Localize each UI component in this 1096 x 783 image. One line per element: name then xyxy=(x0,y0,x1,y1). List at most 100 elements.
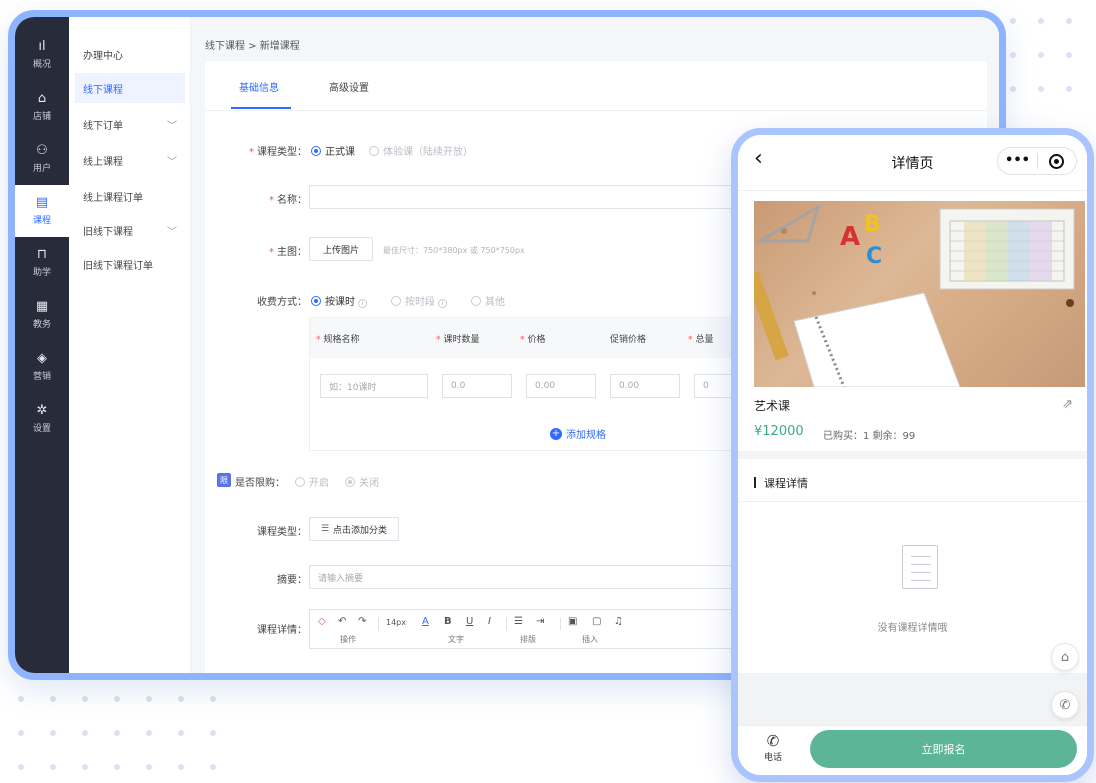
nav-item-marketing[interactable]: ◈ 营销 xyxy=(15,341,69,393)
fee-method-label: 收费方式： xyxy=(257,297,307,308)
radio-limit-off[interactable]: 关闭 xyxy=(345,474,379,489)
align-icon[interactable]: ☰ xyxy=(514,616,523,627)
radio-unchecked-icon xyxy=(369,146,379,156)
nav-item-assist[interactable]: ⊓ 助学 xyxy=(15,237,69,289)
cover-illustration: A B C xyxy=(754,203,1075,387)
close-target-icon[interactable] xyxy=(1038,153,1076,169)
toolbar-divider xyxy=(560,618,561,630)
nav-label: 营销 xyxy=(32,372,51,382)
nav-item-course[interactable]: ▤ 课程 xyxy=(15,185,69,237)
upload-hint: 最佳尺寸：750*380px 或 750*750px xyxy=(383,246,525,255)
home-icon: ⌂ xyxy=(1060,649,1070,665)
sub-menu: 办理中心 线下课程 线下订单 ﹀ 线上课程 ﹀ 线上课程订单 旧线下课程 ﹀ 旧… xyxy=(69,17,191,673)
section-divider xyxy=(738,501,1087,502)
radio-disabled-checked-icon xyxy=(345,477,355,487)
radio-trial-course: 体验课（陆续开放） xyxy=(369,143,473,158)
tab-basic-info[interactable]: 基础信息 xyxy=(239,79,279,94)
chart-icon: ıl xyxy=(38,39,46,54)
redo-button[interactable]: ↷ xyxy=(358,616,366,627)
radio-by-lesson[interactable]: 按课时 i xyxy=(311,293,367,308)
call-button[interactable]: ✆ 电话 xyxy=(758,732,788,763)
academic-icon: ▦ xyxy=(35,299,49,314)
share-icon[interactable]: ⇗ xyxy=(1062,397,1073,412)
name-label: * 名称： xyxy=(269,195,307,206)
phone-icon: ✆ xyxy=(1059,697,1071,713)
gear-icon: ✲ xyxy=(36,403,48,418)
summary-label: 摘要： xyxy=(277,575,307,586)
svg-text:B: B xyxy=(864,212,881,237)
submenu-item-online-orders[interactable]: 线上课程订单 xyxy=(75,181,185,211)
submenu-item-offline-orders[interactable]: 线下订单 ﹀ xyxy=(75,109,185,139)
phone-preview: ‹ 详情页 ••• A B C 艺术课 ⇗ ¥12000 已购买：1 剩余：99… xyxy=(731,128,1094,782)
empty-document-icon xyxy=(902,545,938,589)
spec-name-input[interactable]: 如：10课时 xyxy=(320,374,428,398)
submenu-item-label: 线下订单 xyxy=(83,120,123,132)
phone-call-icon: ✆ xyxy=(766,732,780,750)
indent-icon[interactable]: ⇥ xyxy=(536,616,544,627)
radio-by-period[interactable]: 按时段 i xyxy=(391,293,447,308)
nav-item-academic[interactable]: ▦ 教务 xyxy=(15,289,69,341)
more-menu-icon[interactable]: ••• xyxy=(998,148,1037,174)
toolbar-divider xyxy=(506,618,507,630)
spec-lessons-input[interactable]: 0.0 xyxy=(442,374,512,398)
chevron-down-icon: ﹀ xyxy=(167,156,177,168)
add-spec-button[interactable]: + 添加规格 xyxy=(550,426,606,441)
nav-label: 用户 xyxy=(32,164,51,174)
phone-float-button[interactable]: ✆ xyxy=(1051,691,1079,719)
italic-button[interactable]: I xyxy=(488,616,491,627)
course-type-label: * 课程类型： xyxy=(249,147,307,158)
font-size-select[interactable]: 14px xyxy=(386,618,406,627)
call-label: 电话 xyxy=(763,753,782,763)
submenu-item-offline-course[interactable]: 线下课程 xyxy=(75,73,185,103)
audio-icon[interactable]: ♫ xyxy=(614,616,623,627)
nav-item-settings[interactable]: ✲ 设置 xyxy=(15,393,69,445)
spec-th-price: * 价格 xyxy=(520,335,546,345)
course-name: 艺术课 xyxy=(754,399,791,413)
category-label: 课程类型： xyxy=(257,527,307,538)
nav-label: 店铺 xyxy=(32,112,51,122)
font-color-button[interactable]: A xyxy=(422,616,429,627)
radio-formal-course[interactable]: 正式课 xyxy=(311,143,355,158)
undo-button[interactable]: ↶ xyxy=(338,616,346,627)
radio-limit-on[interactable]: 开启 xyxy=(295,474,329,489)
main-image-label: * 主图： xyxy=(269,247,307,258)
enroll-button[interactable]: 立即报名 xyxy=(810,730,1077,768)
gray-footer-area xyxy=(738,673,1087,729)
eraser-icon[interactable]: ◇ xyxy=(318,616,326,627)
nav-item-overview[interactable]: ıl 概况 xyxy=(15,29,69,81)
toolbar-group-layout: 排版 xyxy=(520,635,536,644)
underline-button[interactable]: U xyxy=(466,616,473,627)
users-icon: ⚇ xyxy=(36,143,48,158)
toolbar-divider xyxy=(378,618,379,630)
submenu-item-label: 旧线下课程 xyxy=(83,226,133,238)
nav-item-users[interactable]: ⚇ 用户 xyxy=(15,133,69,185)
spec-promo-input[interactable]: 0.00 xyxy=(610,374,680,398)
home-float-button[interactable]: ⌂ xyxy=(1051,643,1079,671)
store-icon: ⌂ xyxy=(37,91,47,106)
upload-image-button[interactable]: 上传图片 xyxy=(309,237,373,261)
image-icon[interactable]: ▣ xyxy=(568,616,577,627)
empty-detail-text: 没有课程详情哦 xyxy=(877,623,948,634)
nav-label: 设置 xyxy=(32,424,51,434)
decor-dots-top-right xyxy=(1010,12,1090,92)
tab-advanced-settings[interactable]: 高级设置 xyxy=(329,79,369,94)
submenu-item-old-offline-orders[interactable]: 旧线下课程订单 xyxy=(75,249,185,279)
info-icon: i xyxy=(358,299,367,308)
video-icon[interactable]: ▢ xyxy=(592,616,601,627)
submenu-item-label: 线上课程 xyxy=(83,156,123,168)
info-icon: i xyxy=(438,299,447,308)
spec-price-input[interactable]: 0.00 xyxy=(526,374,596,398)
add-category-button[interactable]: ☰ 点击添加分类 xyxy=(309,517,399,541)
section-gap xyxy=(738,451,1087,459)
submenu-item-online-course[interactable]: 线上课程 ﹀ xyxy=(75,145,185,175)
tab-active-indicator xyxy=(231,107,291,109)
radio-unchecked-icon xyxy=(471,296,481,306)
radio-other[interactable]: 其他 xyxy=(471,293,505,308)
spec-th-lessons: * 课时数量 xyxy=(436,335,480,345)
submenu-item-old-offline-course[interactable]: 旧线下课程 ﹀ xyxy=(75,215,185,245)
submenu-title-text: 办理中心 xyxy=(83,50,123,62)
submenu-item-label: 旧线下课程订单 xyxy=(83,260,153,272)
chevron-down-icon: ﹀ xyxy=(167,226,177,238)
bold-button[interactable]: B xyxy=(444,616,452,627)
nav-item-store[interactable]: ⌂ 店铺 xyxy=(15,81,69,133)
